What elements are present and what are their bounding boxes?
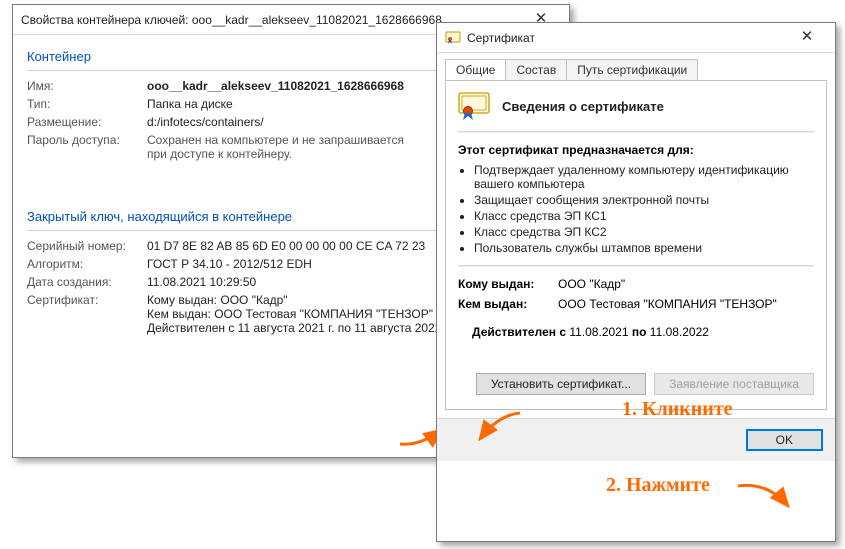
purpose-item: Защищает сообщения электронной почты	[474, 193, 814, 207]
purpose-item: Класс средства ЭП КС2	[474, 225, 814, 239]
created-label: Дата создания:	[27, 275, 147, 289]
issued-by-value: ООО Тестовая "КОМПАНИЯ "ТЕНЗОР"	[558, 297, 814, 311]
issued-by-label: Кем выдан:	[458, 297, 558, 311]
cert-header-text: Сведения о сертификате	[502, 99, 664, 114]
close-icon[interactable]: ✕	[787, 24, 827, 52]
name-label: Имя:	[27, 79, 147, 93]
algo-label: Алгоритм:	[27, 257, 147, 271]
issued-to-value: ООО "Кадр"	[558, 277, 814, 291]
certificate-large-icon	[458, 91, 492, 121]
install-certificate-button[interactable]: Установить сертификат...	[476, 373, 646, 395]
tab-panel-general: Сведения о сертификате Этот сертификат п…	[445, 80, 827, 410]
purpose-item: Класс средства ЭП КС1	[474, 209, 814, 223]
cert-label: Сертификат:	[27, 293, 147, 307]
dialog-bottom-bar: OK	[437, 418, 835, 461]
window-title: Сертификат	[467, 31, 787, 45]
purpose-list: Подтверждает удаленному компьютеру идент…	[474, 163, 814, 255]
purpose-item: Пользователь службы штампов времени	[474, 241, 814, 255]
validity-line: Действителен с 11.08.2021 по 11.08.2022	[472, 325, 814, 339]
location-label: Размещение:	[27, 115, 147, 129]
password-value: Сохранен на компьютере и не запрашиваетс…	[147, 133, 427, 161]
purpose-item: Подтверждает удаленному компьютеру идент…	[474, 163, 814, 191]
purpose-title: Этот сертификат предназначается для:	[458, 143, 814, 157]
cert-header: Сведения о сертификате	[458, 91, 814, 129]
tab-general[interactable]: Общие	[445, 59, 506, 80]
certificate-window: Сертификат ✕ Общие Состав Путь сертифика…	[436, 22, 836, 542]
tab-path[interactable]: Путь сертификации	[566, 59, 698, 80]
vendor-statement-button: Заявление поставщика	[654, 373, 814, 395]
tab-details[interactable]: Состав	[505, 59, 567, 80]
certificate-icon	[445, 30, 461, 46]
issued-to-label: Кому выдан:	[458, 277, 558, 291]
divider	[458, 131, 814, 133]
tab-strip: Общие Состав Путь сертификации	[445, 59, 827, 80]
ok-button[interactable]: OK	[746, 429, 823, 451]
serial-label: Серийный номер:	[27, 239, 147, 253]
titlebar: Сертификат ✕	[437, 23, 835, 53]
divider	[458, 265, 814, 267]
type-label: Тип:	[27, 97, 147, 111]
password-label: Пароль доступа:	[27, 133, 147, 147]
